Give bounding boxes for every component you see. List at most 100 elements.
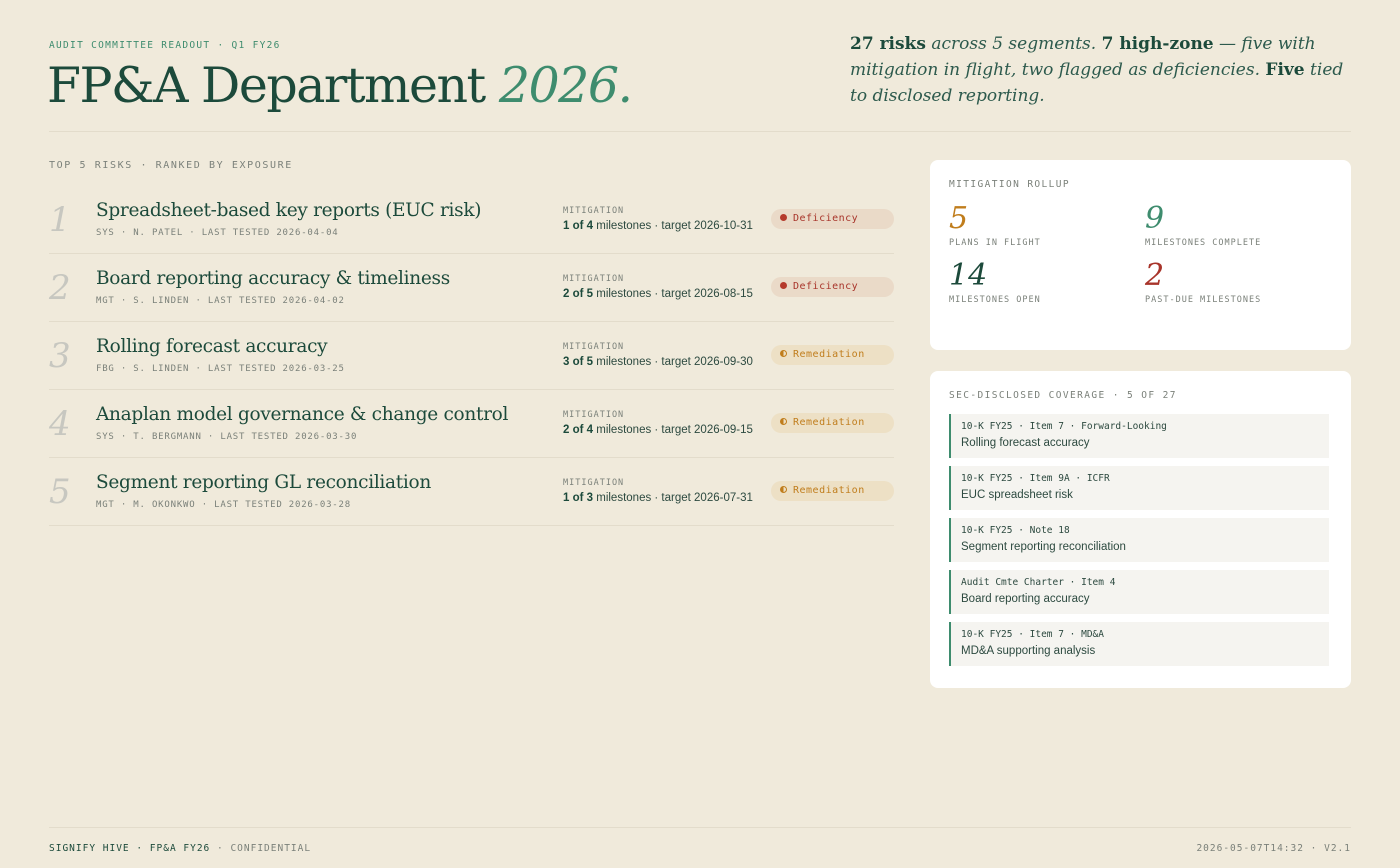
risk-rank: 3 xyxy=(49,336,71,376)
mitigation-rollup-card: MITIGATION ROLLUP 5 PLANS IN FLIGHT 9 MI… xyxy=(930,160,1351,350)
risk-list: 1 Spreadsheet-based key reports (EUC ris… xyxy=(49,186,894,526)
risk-row[interactable]: 2 Board reporting accuracy & timeliness … xyxy=(49,254,894,322)
milestone-count: 1 of 3 xyxy=(563,492,594,504)
risk-list-heading: TOP 5 RISKS · RANKED BY EXPOSURE xyxy=(49,160,293,171)
stat-value: 2 xyxy=(1145,258,1165,293)
milestone-count: 2 of 4 xyxy=(563,424,594,436)
coverage-source: 10-K FY25 · Note 18 xyxy=(961,525,1070,536)
sec-coverage-card: SEC-DISCLOSED COVERAGE · 5 OF 27 10-K FY… xyxy=(930,371,1351,688)
stat-value: 5 xyxy=(949,201,969,236)
eyebrow: AUDIT COMMITTEE READOUT · Q1 FY26 xyxy=(49,40,281,51)
status-badge: Remediation xyxy=(771,413,894,433)
stat-value: 9 xyxy=(1145,201,1165,236)
stat-value: 14 xyxy=(949,258,988,293)
mitigation-label: MITIGATION xyxy=(563,478,625,488)
footer-brand: SIGNIFY HIVE · FP&A FY26 xyxy=(49,843,211,854)
half-circle-icon xyxy=(780,486,787,493)
footer-confidential: · CONFIDENTIAL xyxy=(210,843,312,854)
stat-milestones-complete: 9 MILESTONES COMPLETE xyxy=(1145,201,1262,249)
status-label: Remediation xyxy=(793,485,865,496)
coverage-source: Audit Cmte Charter · Item 4 xyxy=(961,577,1116,588)
footer-timestamp: 2026-05-07T14:32 · V2.1 xyxy=(1196,843,1351,854)
coverage-source: 10-K FY25 · Item 9A · ICFR xyxy=(961,473,1110,484)
summary-text-1: across 5 segments. xyxy=(925,34,1102,54)
milestone-count: 3 of 5 xyxy=(563,356,594,368)
stat-label: PAST-DUE MILESTONES xyxy=(1145,295,1262,305)
deficiency-dot-icon xyxy=(780,214,787,221)
risk-title: Rolling forecast accuracy xyxy=(96,336,328,357)
risk-title: Segment reporting GL reconciliation xyxy=(96,472,431,493)
coverage-item[interactable]: Audit Cmte Charter · Item 4 Board report… xyxy=(949,570,1329,614)
stat-label: MILESTONES OPEN xyxy=(949,295,1041,305)
status-badge: Deficiency xyxy=(771,209,894,229)
page-title-main: FP&A Department xyxy=(47,57,486,114)
risk-title: Anaplan model governance & change contro… xyxy=(96,404,509,425)
status-badge: Remediation xyxy=(771,481,894,501)
mitigation-label: MITIGATION xyxy=(563,206,625,216)
coverage-label: SEC-DISCLOSED COVERAGE · 5 OF 27 xyxy=(949,390,1177,401)
page-title-year: 2026. xyxy=(498,57,633,114)
summary-high-zone: 7 high-zone xyxy=(1101,34,1214,54)
risk-rank: 4 xyxy=(49,404,71,444)
summary: 27 risks across 5 segments. 7 high-zone … xyxy=(850,31,1350,109)
half-circle-icon xyxy=(780,418,787,425)
status-badge: Deficiency xyxy=(771,277,894,297)
footer-left: SIGNIFY HIVE · FP&A FY26 · CONFIDENTIAL xyxy=(49,843,311,854)
mitigation-progress: 1 of 3 milestones · target 2026-07-31 xyxy=(563,492,753,504)
footer-divider xyxy=(49,827,1351,828)
status-label: Remediation xyxy=(793,417,865,428)
risk-rank: 1 xyxy=(49,200,71,240)
status-label: Deficiency xyxy=(793,213,859,224)
milestone-target: milestones · target 2026-08-15 xyxy=(593,288,753,300)
risk-rank: 5 xyxy=(49,472,71,512)
stat-label: PLANS IN FLIGHT xyxy=(949,238,1041,248)
risk-row[interactable]: 1 Spreadsheet-based key reports (EUC ris… xyxy=(49,186,894,254)
coverage-desc: Rolling forecast accuracy xyxy=(961,437,1090,449)
risk-meta: FBG · S. LINDEN · LAST TESTED 2026-03-25 xyxy=(96,364,345,374)
stat-label: MILESTONES COMPLETE xyxy=(1145,238,1262,248)
risk-meta: SYS · N. PATEL · LAST TESTED 2026-04-04 xyxy=(96,228,339,238)
mitigation-progress: 1 of 4 milestones · target 2026-10-31 xyxy=(563,220,753,232)
status-label: Deficiency xyxy=(793,281,859,292)
coverage-desc: MD&A supporting analysis xyxy=(961,645,1096,657)
summary-five: Five xyxy=(1265,60,1305,80)
milestone-target: milestones · target 2026-10-31 xyxy=(593,220,753,232)
mitigation-progress: 2 of 4 milestones · target 2026-09-15 xyxy=(563,424,753,436)
rollup-label: MITIGATION ROLLUP xyxy=(949,179,1071,190)
coverage-desc: EUC spreadsheet risk xyxy=(961,489,1073,501)
coverage-desc: Segment reporting reconciliation xyxy=(961,541,1126,553)
deficiency-dot-icon xyxy=(780,282,787,289)
coverage-item[interactable]: 10-K FY25 · Item 9A · ICFR EUC spreadshe… xyxy=(949,466,1329,510)
header-divider xyxy=(49,131,1351,132)
coverage-desc: Board reporting accuracy xyxy=(961,593,1090,605)
coverage-item[interactable]: 10-K FY25 · Item 7 · Forward-Looking Rol… xyxy=(949,414,1329,458)
milestone-count: 2 of 5 xyxy=(563,288,594,300)
stat-milestones-open: 14 MILESTONES OPEN xyxy=(949,258,1041,306)
risk-meta: SYS · T. BERGMANN · LAST TESTED 2026-03-… xyxy=(96,432,358,442)
summary-risk-count: 27 risks xyxy=(850,34,926,54)
status-label: Remediation xyxy=(793,349,865,360)
page-title: FP&A Department 2026. xyxy=(47,57,633,114)
coverage-source: 10-K FY25 · Item 7 · MD&A xyxy=(961,629,1104,640)
coverage-source: 10-K FY25 · Item 7 · Forward-Looking xyxy=(961,421,1167,432)
mitigation-progress: 3 of 5 milestones · target 2026-09-30 xyxy=(563,356,753,368)
risk-row[interactable]: 5 Segment reporting GL reconciliation MG… xyxy=(49,458,894,526)
half-circle-icon xyxy=(780,350,787,357)
milestone-target: milestones · target 2026-07-31 xyxy=(593,492,753,504)
mitigation-label: MITIGATION xyxy=(563,274,625,284)
risk-row[interactable]: 4 Anaplan model governance & change cont… xyxy=(49,390,894,458)
coverage-list: 10-K FY25 · Item 7 · Forward-Looking Rol… xyxy=(949,414,1329,674)
risk-title: Board reporting accuracy & timeliness xyxy=(96,268,450,289)
status-badge: Remediation xyxy=(771,345,894,365)
risk-rank: 2 xyxy=(49,268,71,308)
mitigation-progress: 2 of 5 milestones · target 2026-08-15 xyxy=(563,288,753,300)
mitigation-label: MITIGATION xyxy=(563,410,625,420)
milestone-target: milestones · target 2026-09-15 xyxy=(593,424,753,436)
risk-title: Spreadsheet-based key reports (EUC risk) xyxy=(96,200,482,221)
risk-row[interactable]: 3 Rolling forecast accuracy FBG · S. LIN… xyxy=(49,322,894,390)
coverage-item[interactable]: 10-K FY25 · Note 18 Segment reporting re… xyxy=(949,518,1329,562)
mitigation-label: MITIGATION xyxy=(563,342,625,352)
coverage-item[interactable]: 10-K FY25 · Item 7 · MD&A MD&A supportin… xyxy=(949,622,1329,666)
stat-plans-in-flight: 5 PLANS IN FLIGHT xyxy=(949,201,1041,249)
risk-meta: MGT · M. OKONKWO · LAST TESTED 2026-03-2… xyxy=(96,500,351,510)
